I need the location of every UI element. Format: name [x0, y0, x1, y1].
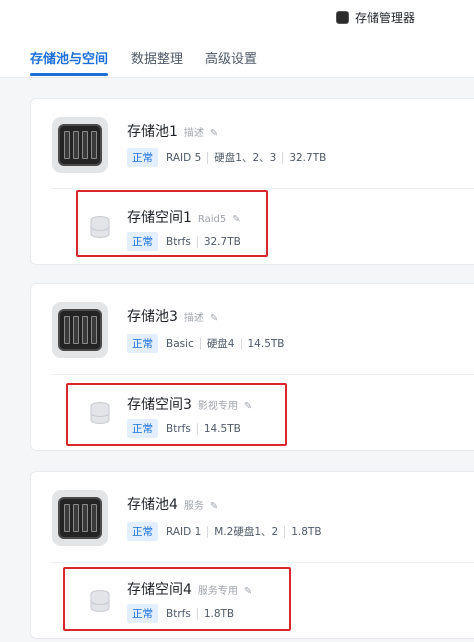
volume-meta: 正常 Btrfs 14.5TB [127, 419, 247, 438]
pool-capacity: 14.5TB [240, 337, 291, 350]
volume-name-text: 存储空间3 [127, 397, 192, 413]
volume-disk-icon [90, 590, 110, 612]
nas-pool-icon [52, 302, 108, 358]
pool-desc: 描述 [183, 128, 204, 139]
volume-name-text: 存储空间1 [127, 210, 192, 226]
main-content: 存储池1 描述 ✎ 正常 RAID 5 硬盘1、2、3 32.7TB 存储空间1… [0, 79, 474, 642]
volume-desc: 影视专用 [197, 401, 238, 412]
top-bar: 存储管理器 [0, 0, 474, 34]
pool-name: 存储池1 描述 ✎ [127, 121, 218, 141]
volume-desc: 服务专用 [197, 586, 238, 597]
filesystem: Btrfs [166, 422, 191, 435]
pencil-icon[interactable]: ✎ [244, 401, 252, 412]
status-badge: 正常 [127, 419, 158, 438]
status-badge: 正常 [127, 604, 158, 623]
pool-meta: 正常 Basic 硬盘4 14.5TB [127, 334, 291, 353]
disk-list: 硬盘1、2、3 [207, 151, 282, 164]
pool-name: 存储池4 服务 ✎ [127, 494, 218, 514]
filesystem: Btrfs [166, 607, 191, 620]
volume-capacity: 32.7TB [196, 235, 247, 248]
tab-data-defrag[interactable]: 数据整理 [131, 48, 183, 67]
filesystem: Btrfs [166, 235, 191, 248]
disk-list: M.2硬盘1、2 [207, 525, 284, 538]
volume-meta: 正常 Btrfs 32.7TB [127, 232, 247, 251]
raid-type: RAID 5 [166, 151, 202, 164]
tab-advanced-settings[interactable]: 高级设置 [205, 48, 257, 67]
volume-meta: 正常 Btrfs 1.8TB [127, 604, 240, 623]
divider [51, 188, 474, 189]
volume-disk-icon [90, 402, 110, 424]
nas-pool-icon [52, 490, 108, 546]
pool-capacity: 32.7TB [282, 151, 332, 164]
volume-disk-icon [90, 216, 110, 238]
app-title: 存储管理器 [336, 8, 415, 26]
tab-storage-pools[interactable]: 存储池与空间 [30, 48, 108, 67]
divider [51, 374, 474, 375]
pool-card: 存储池4 服务 ✎ 正常 RAID 1 M.2硬盘1、2 1.8TB 存储空间4… [30, 471, 474, 639]
pencil-icon[interactable]: ✎ [210, 128, 218, 139]
volume-name-text: 存储空间4 [127, 582, 192, 598]
nas-pool-icon [52, 117, 108, 173]
raid-type: Basic [166, 337, 194, 350]
status-badge: 正常 [127, 232, 158, 251]
disk-list: 硬盘4 [199, 337, 241, 350]
divider [51, 562, 474, 563]
pool-header[interactable]: 存储池1 描述 ✎ 正常 RAID 5 硬盘1、2、3 32.7TB [31, 99, 474, 175]
volume-name[interactable]: 存储空间1 Raid5 ✎ [127, 207, 241, 227]
active-tab-indicator [30, 73, 108, 76]
volume-name[interactable]: 存储空间4 服务专用 ✎ [127, 579, 252, 599]
pool-name-text: 存储池1 [127, 124, 178, 140]
pool-name: 存储池3 描述 ✎ [127, 306, 218, 326]
pool-desc: 描述 [183, 313, 204, 324]
status-badge: 正常 [127, 148, 158, 167]
pool-card: 存储池1 描述 ✎ 正常 RAID 5 硬盘1、2、3 32.7TB 存储空间1… [30, 98, 474, 265]
tab-bar: 存储池与空间 数据整理 高级设置 [0, 34, 474, 78]
pool-meta: 正常 RAID 5 硬盘1、2、3 32.7TB [127, 148, 332, 167]
app-title-text: 存储管理器 [355, 10, 416, 25]
volume-desc: Raid5 [197, 214, 227, 225]
pool-desc: 服务 [183, 501, 204, 512]
pencil-icon[interactable]: ✎ [232, 214, 240, 225]
pencil-icon[interactable]: ✎ [244, 586, 252, 597]
volume-name[interactable]: 存储空间3 影视专用 ✎ [127, 394, 252, 414]
pool-capacity: 1.8TB [284, 525, 327, 538]
raid-type: RAID 1 [166, 525, 202, 538]
pencil-icon[interactable]: ✎ [210, 313, 218, 324]
pool-header[interactable]: 存储池4 服务 ✎ 正常 RAID 1 M.2硬盘1、2 1.8TB [31, 472, 474, 548]
pool-name-text: 存储池4 [127, 497, 178, 513]
status-badge: 正常 [127, 522, 158, 541]
volume-capacity: 1.8TB [196, 607, 240, 620]
pencil-icon[interactable]: ✎ [210, 501, 218, 512]
pool-card: 存储池3 描述 ✎ 正常 Basic 硬盘4 14.5TB 存储空间3 影视专用… [30, 283, 474, 451]
status-badge: 正常 [127, 334, 158, 353]
volume-capacity: 14.5TB [196, 422, 247, 435]
pool-name-text: 存储池3 [127, 309, 178, 325]
pool-meta: 正常 RAID 1 M.2硬盘1、2 1.8TB [127, 522, 328, 541]
pool-header[interactable]: 存储池3 描述 ✎ 正常 Basic 硬盘4 14.5TB [31, 284, 474, 360]
storage-manager-icon [336, 10, 349, 24]
